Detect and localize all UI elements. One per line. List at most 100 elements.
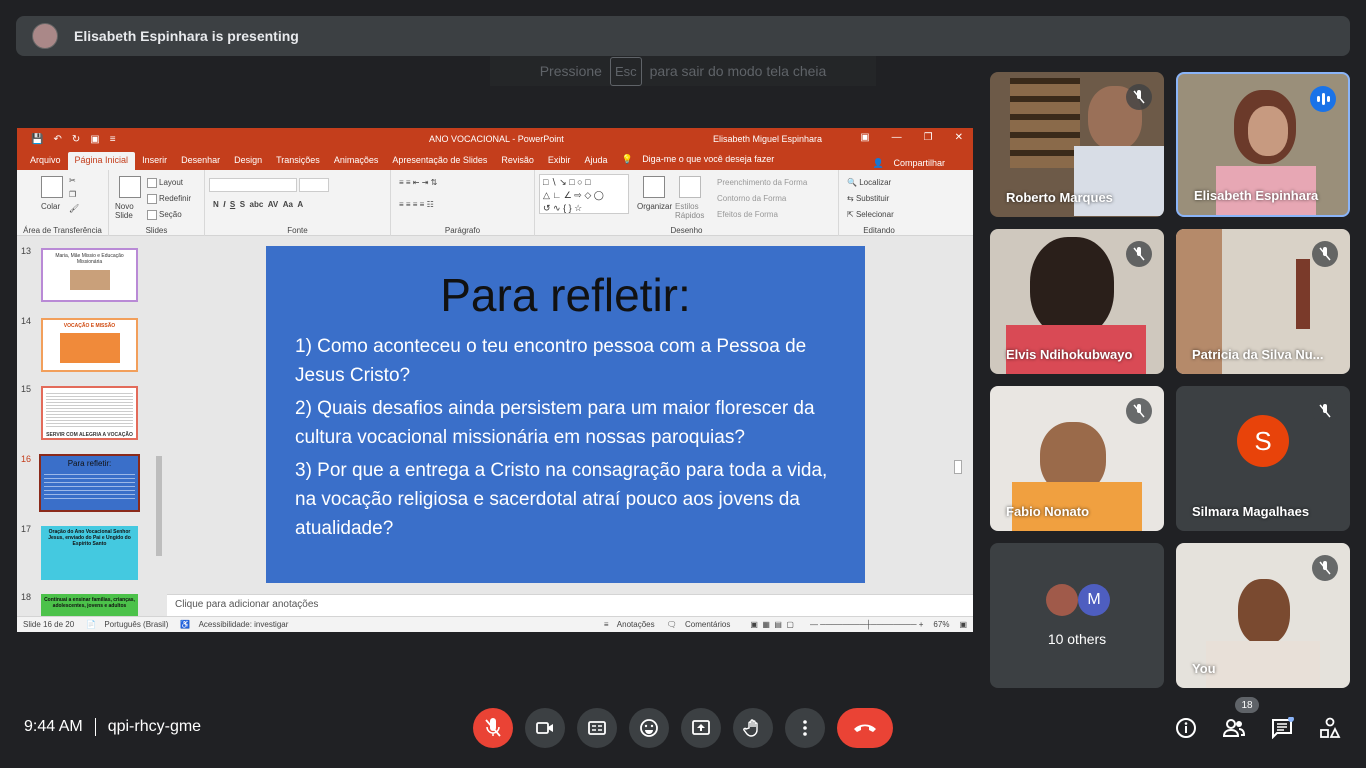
slide-pane: Para refletir: 1) Como aconteceu o teu e…	[167, 236, 963, 594]
group-label-drawing: Desenho	[670, 226, 703, 235]
ribbon: Colar ✂ ❐ 🖌 Área de Transferência Novo S…	[17, 170, 973, 236]
new-slide-button[interactable]: Novo Slide	[115, 202, 145, 220]
new-slide-icon[interactable]	[119, 176, 141, 198]
select-button[interactable]: ⇱ Selecionar	[847, 210, 894, 219]
replace-button[interactable]: ⇆ Substituir	[847, 194, 889, 203]
participant-tile[interactable]: Fabio Nonato	[990, 386, 1164, 531]
people-button[interactable]	[1222, 716, 1246, 740]
fit-slide-icon[interactable]: ▣	[959, 620, 967, 629]
slide-scrollbar[interactable]	[953, 236, 963, 594]
tab-design[interactable]: Design	[227, 152, 269, 170]
slide-thumbnail-15[interactable]: SERVIR COM ALEGRIA A VOCAÇÃO	[41, 386, 138, 440]
tell-me-search[interactable]: 💡 Diga-me o que você deseja fazer	[614, 151, 788, 170]
slide-thumbnail-18[interactable]: Continuai a ensinar famílias, crianças, …	[41, 594, 138, 616]
participant-name: Elvis Ndihokubwayo	[1006, 347, 1133, 362]
list-icons[interactable]: ≡ ≡ ⇤ ⇥ ⇅	[399, 178, 437, 187]
comments-toggle[interactable]: 🗨 Comentários	[667, 620, 731, 629]
mic-off-icon	[1126, 84, 1152, 110]
camera-toggle-button[interactable]	[525, 708, 565, 748]
slide-thumbnail-16-selected[interactable]: Para refletir:	[39, 454, 140, 512]
format-painter-icon[interactable]: 🖌	[69, 204, 79, 213]
zoom-level[interactable]: 67%	[933, 620, 949, 629]
tab-exibir[interactable]: Exibir	[541, 152, 578, 170]
quick-styles-icon[interactable]	[679, 176, 701, 198]
slide-thumbnail-14[interactable]: VOCAÇÃO E MISSÃO	[41, 318, 138, 372]
present-icon[interactable]: ▣	[90, 134, 99, 145]
shape-fill-button[interactable]: Preenchimento da Forma	[717, 178, 807, 187]
ribbon-display-icon[interactable]: ▣	[860, 132, 869, 143]
raise-hand-button[interactable]	[733, 708, 773, 748]
restore-icon[interactable]: ❐	[924, 132, 933, 143]
participant-tile[interactable]: Patricia da Silva Nu...	[1176, 229, 1350, 374]
accessibility-status[interactable]: ♿ Acessibilidade: investigar	[180, 620, 288, 629]
current-slide[interactable]: Para refletir: 1) Como aconteceu o teu e…	[266, 246, 865, 583]
reset-button[interactable]: Redefinir	[147, 194, 191, 204]
shape-outline-button[interactable]: Contorno da Forma	[717, 194, 786, 203]
participant-name: Roberto Marques	[1006, 190, 1113, 205]
zoom-slider[interactable]: — ────────┼──────── +	[810, 620, 923, 629]
participant-tile[interactable]: S Silmara Magalhaes	[1176, 386, 1350, 531]
tab-pagina-inicial[interactable]: Página Inicial	[67, 152, 136, 170]
section-button[interactable]: Seção	[147, 210, 182, 220]
group-font: N I S S abc AV Aa A Fonte	[205, 170, 391, 236]
language-status[interactable]: 📄 Português (Brasil)	[86, 620, 168, 629]
view-buttons[interactable]: ▣ ▦ ▤ ▢	[750, 620, 794, 629]
tab-ajuda[interactable]: Ajuda	[577, 152, 614, 170]
hint-after: para sair do modo tela cheia	[649, 63, 827, 79]
meeting-details-button[interactable]	[1174, 716, 1198, 740]
shapes-gallery[interactable]: □ ∖ ↘ □ ○ □ △ ∟ ∠ ⇨ ◇ ◯ ↺ ∿ { } ☆	[539, 174, 629, 214]
avatar: M	[1078, 584, 1110, 616]
meeting-code[interactable]: qpi-rhcy-gme	[108, 718, 201, 736]
font-size-box[interactable]	[299, 178, 329, 192]
mic-off-icon	[485, 718, 501, 737]
notes-toggle[interactable]: ≡ Anotações	[604, 620, 655, 629]
paste-button[interactable]: Colar	[41, 202, 60, 211]
tab-transicoes[interactable]: Transições	[269, 152, 327, 170]
thumb-number: 16	[21, 454, 32, 464]
participant-name: Elisabeth Espinhara	[1194, 188, 1319, 203]
shape-effects-button[interactable]: Efeitos de Forma	[717, 210, 778, 219]
font-name-box[interactable]	[209, 178, 297, 192]
tab-desenhar[interactable]: Desenhar	[174, 152, 227, 170]
close-icon[interactable]: ✕	[955, 132, 963, 143]
arrange-icon[interactable]	[643, 176, 665, 198]
tab-apresentacao[interactable]: Apresentação de Slides	[385, 152, 494, 170]
more-options-button[interactable]	[785, 708, 825, 748]
customize-icon[interactable]: ≡	[110, 134, 116, 145]
tab-animacoes[interactable]: Animações	[327, 152, 386, 170]
cut-icon[interactable]: ✂	[69, 176, 76, 185]
align-icons[interactable]: ≡ ≡ ≡ ≡ ☷	[399, 200, 434, 209]
present-screen-button[interactable]	[681, 708, 721, 748]
participant-tile[interactable]: Roberto Marques	[990, 72, 1164, 217]
slide-thumbnail-17[interactable]: Oração do Ano Vocacional Senhor Jesus, e…	[41, 526, 138, 580]
tab-arquivo[interactable]: Arquivo	[23, 152, 68, 170]
chat-button[interactable]	[1270, 716, 1294, 740]
copy-icon[interactable]: ❐	[69, 190, 76, 199]
participant-tile[interactable]: Elvis Ndihokubwayo	[990, 229, 1164, 374]
undo-icon[interactable]: ↶	[53, 134, 61, 145]
participant-tile-active-speaker[interactable]: Elisabeth Espinhara	[1176, 72, 1350, 217]
captions-button[interactable]	[577, 708, 617, 748]
find-button[interactable]: 🔍 Localizar	[847, 178, 891, 187]
tab-revisao[interactable]: Revisão	[494, 152, 541, 170]
mic-toggle-button[interactable]	[473, 708, 513, 748]
others-tile[interactable]: M 10 others	[990, 543, 1164, 688]
save-icon[interactable]: 💾	[31, 134, 43, 145]
account-name[interactable]: Elisabeth Miguel Espinhara	[713, 134, 822, 144]
leave-call-button[interactable]	[837, 708, 893, 748]
bold-icon[interactable]: N I S S abc AV Aa A	[213, 200, 303, 209]
redo-icon[interactable]: ↻	[72, 134, 80, 145]
participant-name: Patricia da Silva Nu...	[1192, 347, 1324, 362]
layout-button[interactable]: Layout	[147, 178, 183, 188]
quick-styles-button[interactable]: Estilos Rápidos	[675, 202, 705, 220]
arrange-button[interactable]: Organizar	[637, 202, 672, 211]
notes-pane[interactable]: Clique para adicionar anotações	[167, 594, 973, 616]
minimize-icon[interactable]: —	[892, 132, 902, 143]
slide-thumbnail-13[interactable]: Maria, Mãe Missio e Educação Missionária	[41, 248, 138, 302]
activities-button[interactable]	[1318, 716, 1342, 740]
self-tile[interactable]: You	[1176, 543, 1350, 688]
paste-icon[interactable]	[41, 176, 63, 198]
thumbnails-scrollbar[interactable]	[154, 236, 164, 616]
reactions-button[interactable]	[629, 708, 669, 748]
tab-inserir[interactable]: Inserir	[135, 152, 174, 170]
